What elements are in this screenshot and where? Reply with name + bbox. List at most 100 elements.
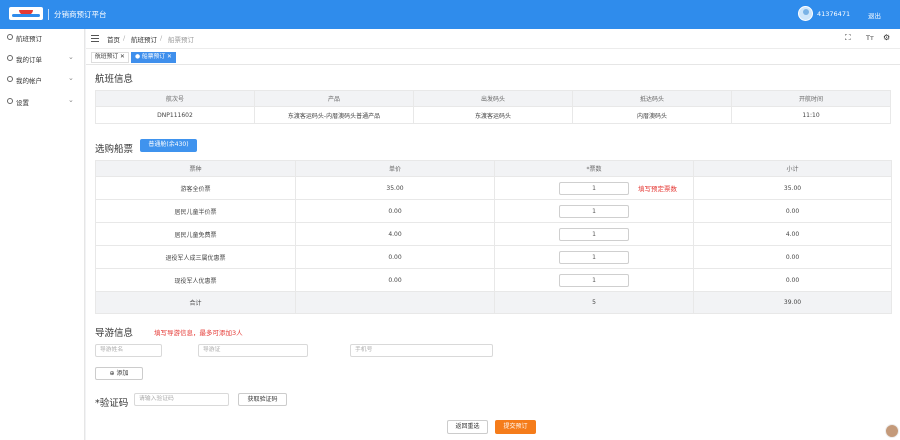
table-header: 票种	[95, 160, 296, 177]
user-name[interactable]: 41376471	[817, 10, 850, 18]
brand-divider	[48, 9, 49, 20]
qty-cell: 1	[494, 245, 694, 269]
breadcrumb-separator: /	[123, 34, 126, 42]
table-cell	[295, 291, 495, 314]
qty-cell: 1	[494, 199, 694, 223]
table-header: 产品	[254, 90, 414, 107]
chevron-down-icon: ⌄	[68, 53, 74, 61]
ticket-type: 游客全价票	[95, 176, 296, 200]
table-cell: 东渡客运码头-内厝澳码头普通产品	[254, 106, 414, 124]
sidebar-item-label: 我的订单	[16, 56, 42, 64]
ticket-subtotal: 35.00	[693, 176, 892, 200]
close-icon[interactable]: ✕	[120, 54, 125, 60]
ticket-type: 退役军人成三属优惠票	[95, 245, 296, 269]
total-row: 合计 5 39.00	[95, 291, 892, 314]
guide-hint: 填写导游信息，最多可添加3人	[154, 329, 243, 337]
back-button[interactable]: 返回重选	[447, 420, 488, 434]
table-header: *票数	[494, 160, 694, 177]
ticket-type: 居民儿童半价票	[95, 199, 296, 223]
table-cell: 内厝澳码头	[572, 106, 732, 124]
breadcrumb-bar: 首页 / 航班预订 / 船票预订 ⛶ Tт ⚙	[86, 29, 900, 49]
ticket-section-title: 选购船票	[95, 144, 134, 155]
menu-toggle-icon[interactable]	[91, 35, 99, 42]
total-qty: 5	[494, 291, 694, 314]
total-label: 合计	[95, 291, 296, 314]
ticket-type: 现役军人优惠票	[95, 268, 296, 292]
quantity-input[interactable]: 1	[559, 273, 629, 287]
quantity-hint: 填写预定票数	[638, 185, 677, 193]
table-row: 游客全价票 35.00 1 填写预定票数 35.00	[95, 176, 892, 200]
brand-title: 分销商预订平台	[54, 10, 107, 19]
fullscreen-icon[interactable]: ⛶	[845, 33, 851, 43]
ticket-subtotal: 4.00	[693, 222, 892, 246]
logout-link[interactable]: 退出	[868, 10, 881, 20]
table-header: 开航时间	[731, 90, 891, 107]
quantity-input[interactable]: 1	[559, 204, 629, 218]
sidebar-item-flight-booking[interactable]: 航班预订	[0, 31, 85, 45]
table-header: 单价	[295, 160, 495, 177]
font-size-icon[interactable]: Tт	[866, 34, 874, 42]
ticket-price: 35.00	[295, 176, 495, 200]
table-header: 抵达码头	[572, 90, 732, 107]
table-cell: 11:10	[731, 106, 891, 124]
table-cell: 东渡客运码头	[413, 106, 573, 124]
sidebar-item-label: 航班预订	[16, 35, 42, 43]
sidebar-item-my-account[interactable]: 我的帐户 ⌄	[0, 73, 85, 87]
chevron-down-icon: ⌄	[68, 74, 74, 82]
flight-table: 航次号 产品 出发码头 抵达码头 开航时间 DNP111602 东渡客运码头-内…	[95, 90, 891, 124]
ticket-subtotal: 0.00	[693, 268, 892, 292]
add-guide-button[interactable]: ⊕ 添加	[95, 367, 143, 380]
chevron-down-icon: ⌄	[68, 96, 74, 104]
main-content: 航班信息 航次号 产品 出发码头 抵达码头 开航时间 DNP111602 东渡客…	[86, 65, 900, 440]
tab-ticket-booking[interactable]: ● 船票预订 ✕	[131, 52, 176, 63]
breadcrumb-home[interactable]: 首页	[107, 34, 120, 44]
guide-phone-input[interactable]: 手机号	[350, 344, 493, 357]
sidebar-item-my-orders[interactable]: 我的订单 ⌄	[0, 52, 85, 66]
quantity-input[interactable]: 1	[559, 227, 629, 241]
user-avatar-icon[interactable]	[798, 6, 813, 21]
sidebar-item-label: 设置	[16, 99, 29, 107]
submit-booking-button[interactable]: 提交预订	[495, 420, 536, 434]
ticket-table: 票种 单价 *票数 小计 游客全价票 35.00 1 填写预定票数 35.00 …	[95, 160, 892, 314]
breadcrumb-flight-booking[interactable]: 航班预订	[131, 34, 157, 44]
breadcrumb-separator: /	[160, 34, 163, 42]
tab-label: 航班预订	[95, 54, 119, 60]
cabin-class-button[interactable]: 普通舱(余430)	[140, 139, 197, 152]
quantity-input[interactable]: 1	[559, 250, 629, 264]
settings-icon[interactable]: ⚙	[883, 33, 890, 42]
active-dot-icon: ●	[135, 54, 142, 60]
support-avatar[interactable]	[885, 424, 899, 438]
table-row: DNP111602 东渡客运码头-内厝澳码头普通产品 东渡客运码头 内厝澳码头 …	[95, 106, 891, 124]
qty-cell: 1 填写预定票数	[494, 176, 694, 200]
guide-name-input[interactable]: 导游姓名	[95, 344, 162, 357]
ticket-subtotal: 0.00	[693, 245, 892, 269]
close-icon[interactable]: ✕	[167, 54, 172, 60]
brand-logo	[9, 7, 43, 20]
table-row: 退役军人成三属优惠票 0.00 1 0.00	[95, 245, 892, 269]
breadcrumb-current: 船票预订	[168, 36, 194, 44]
table-header: 航次号	[95, 90, 255, 107]
captcha-title: *验证码	[95, 398, 129, 409]
sidebar-item-label: 我的帐户	[16, 77, 42, 85]
table-row: 居民儿童免费票 4.00 1 4.00	[95, 222, 892, 246]
sidebar-item-settings[interactable]: 设置 ⌄	[0, 95, 85, 109]
table-row: 居民儿童半价票 0.00 1 0.00	[95, 199, 892, 223]
sidebar: 航班预订 我的订单 ⌄ 我的帐户 ⌄ 设置 ⌄	[0, 29, 85, 440]
tab-flight-booking[interactable]: 航班预订 ✕	[91, 52, 129, 63]
gear-icon	[7, 76, 13, 82]
ticket-price: 0.00	[295, 245, 495, 269]
ticket-price: 4.00	[295, 222, 495, 246]
guide-section-title: 导游信息	[95, 328, 134, 339]
ticket-price: 0.00	[295, 268, 495, 292]
gear-icon	[7, 98, 13, 104]
quantity-input[interactable]: 1	[559, 181, 629, 195]
table-header-row: 航次号 产品 出发码头 抵达码头 开航时间	[95, 90, 891, 107]
table-header: 小计	[693, 160, 892, 177]
ticket-subtotal: 0.00	[693, 199, 892, 223]
captcha-input[interactable]: 请输入验证码	[134, 393, 229, 406]
get-captcha-button[interactable]: 获取验证码	[238, 393, 287, 406]
flight-info-title: 航班信息	[95, 74, 134, 85]
add-guide-label: 添加	[116, 370, 129, 377]
guide-cert-input[interactable]: 导游证	[198, 344, 308, 357]
gear-icon	[7, 34, 13, 40]
